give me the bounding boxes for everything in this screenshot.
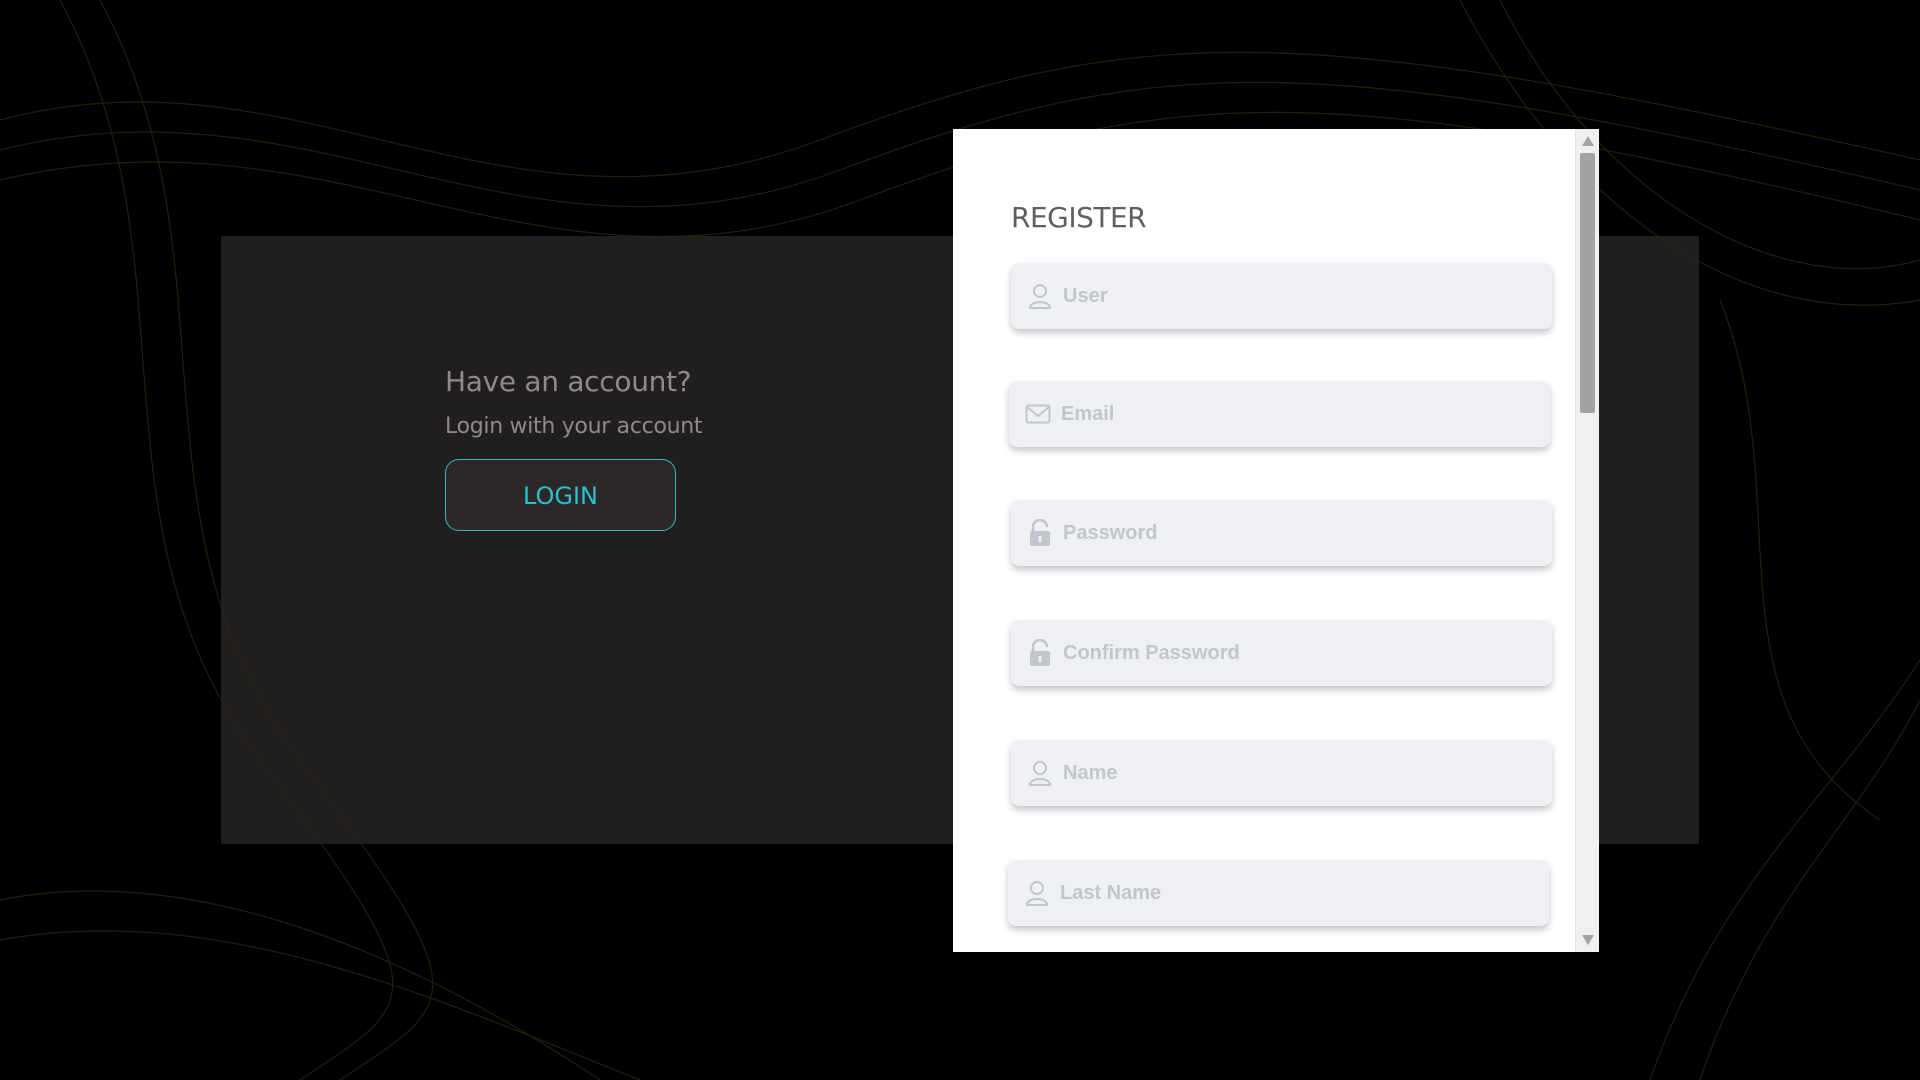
scroll-up-arrow-icon[interactable] bbox=[1576, 131, 1599, 151]
scroll-down-arrow-icon[interactable] bbox=[1576, 930, 1599, 950]
confirm-password-field[interactable] bbox=[1011, 620, 1552, 686]
user-input[interactable] bbox=[1063, 284, 1543, 308]
page: Have an account? Login with your account… bbox=[0, 0, 1920, 1080]
login-section: Have an account? Login with your account… bbox=[445, 365, 703, 531]
password-field[interactable] bbox=[1011, 500, 1552, 566]
last-name-input[interactable] bbox=[1060, 881, 1540, 905]
user-icon bbox=[1024, 880, 1050, 906]
user-field[interactable] bbox=[1011, 263, 1552, 329]
user-icon bbox=[1027, 760, 1053, 786]
user-icon bbox=[1027, 283, 1053, 309]
login-button[interactable]: LOGIN bbox=[445, 459, 676, 531]
unlock-icon bbox=[1027, 639, 1053, 666]
register-title: REGISTER bbox=[1011, 201, 1147, 234]
password-input[interactable] bbox=[1063, 521, 1543, 545]
scroll-thumb[interactable] bbox=[1580, 153, 1595, 413]
login-subheading: Login with your account bbox=[445, 414, 703, 439]
name-field[interactable] bbox=[1011, 740, 1552, 806]
register-panel: REGISTER bbox=[953, 129, 1599, 952]
register-scrollbar[interactable] bbox=[1575, 129, 1599, 952]
unlock-icon bbox=[1027, 519, 1053, 546]
email-input[interactable] bbox=[1061, 402, 1541, 426]
confirm-password-input[interactable] bbox=[1063, 641, 1543, 665]
last-name-field[interactable] bbox=[1008, 860, 1549, 926]
envelope-icon bbox=[1025, 401, 1051, 427]
login-heading: Have an account? bbox=[445, 365, 692, 398]
name-input[interactable] bbox=[1063, 761, 1543, 785]
email-field[interactable] bbox=[1009, 381, 1550, 447]
